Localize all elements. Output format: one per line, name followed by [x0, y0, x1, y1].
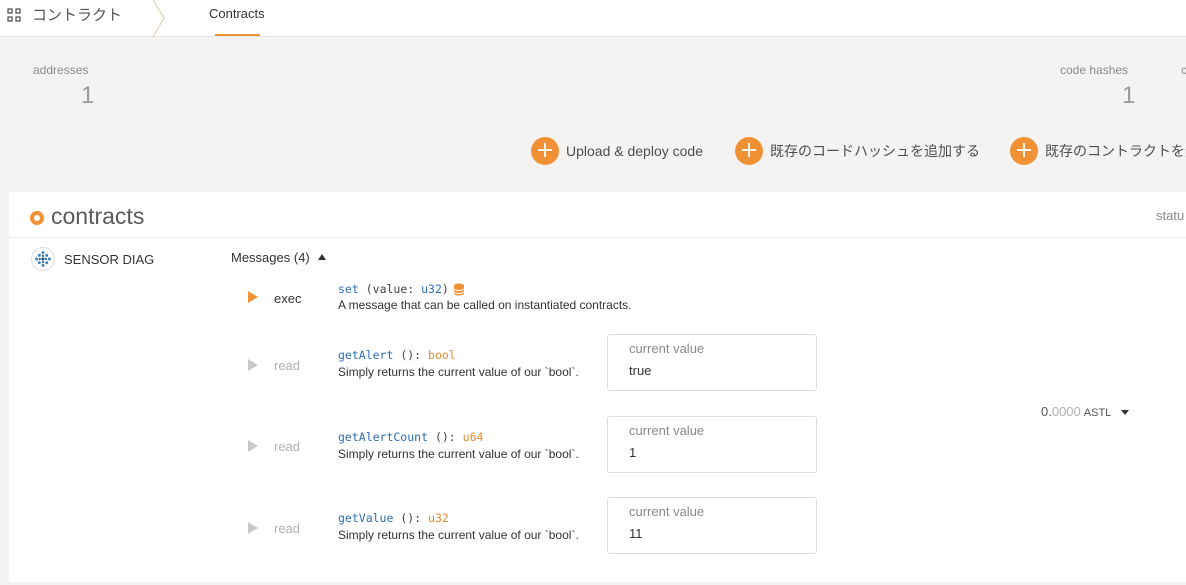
current-value: true: [629, 363, 652, 378]
message-param-type: u32: [421, 282, 442, 296]
message-name: getAlertCount: [338, 430, 429, 444]
current-value-box: current value true: [607, 334, 817, 391]
contracts-title: contracts: [51, 203, 145, 229]
message-signature: getAlertCount (): u64: [338, 430, 483, 444]
balance-unit: ASTL: [1083, 407, 1112, 419]
caret-up-icon: [317, 254, 326, 260]
messages-toggle[interactable]: Messages (4): [231, 250, 326, 265]
upload-deploy-button[interactable]: + Upload & deploy code: [531, 137, 703, 165]
add-code-hash-label: 既存のコードハッシュを追加する: [770, 143, 980, 159]
current-value-box: current value 1: [607, 416, 817, 473]
play-icon[interactable]: [248, 359, 258, 371]
tab-contracts[interactable]: Contracts: [209, 6, 265, 21]
code-hashes-value: 1: [1122, 82, 1136, 109]
upload-deploy-label: Upload & deploy code: [566, 143, 703, 159]
balance-fraction: 0000: [1051, 404, 1081, 419]
message-params: ():: [428, 430, 463, 444]
message-description: Simply returns the current value of our …: [338, 528, 579, 542]
contract-identicon[interactable]: [31, 247, 55, 271]
top-bar: コントラクト Contracts: [0, 0, 1186, 37]
caret-down-icon: [1121, 410, 1130, 415]
message-return-type: u32: [428, 511, 449, 525]
database-icon: [453, 283, 465, 296]
message-description: Simply returns the current value of our …: [338, 447, 579, 461]
message-signature: set (value: u32): [338, 282, 465, 296]
message-return-type: u64: [462, 430, 484, 444]
current-value-label: current value: [629, 423, 705, 438]
contracts-header: contracts statu: [9, 192, 1186, 238]
status-label: statu: [1156, 208, 1185, 223]
contracts-card: contracts statu SENSOR DIAG Messages (4)…: [9, 192, 1186, 582]
active-tab-indicator: [215, 34, 260, 36]
message-params: (value:: [365, 282, 422, 296]
play-icon[interactable]: [248, 291, 258, 303]
current-value-label: current value: [629, 341, 705, 356]
add-code-hash-button[interactable]: + 既存のコードハッシュを追加する: [735, 137, 980, 165]
section-dot-icon: [30, 211, 44, 225]
current-value-label: current value: [629, 504, 705, 519]
plus-icon: +: [531, 137, 559, 165]
message-params: ():: [393, 348, 429, 362]
message-kind[interactable]: read: [274, 439, 300, 454]
current-value: 1: [629, 445, 637, 460]
app-title: コントラクト: [32, 7, 123, 24]
add-contract-label: 既存のコントラクトを追: [1045, 143, 1186, 159]
current-value: 11: [629, 526, 643, 541]
grid-icon[interactable]: [7, 8, 21, 22]
addresses-value: 1: [81, 82, 95, 109]
message-kind[interactable]: exec: [274, 291, 301, 306]
plus-icon: +: [1010, 137, 1038, 165]
summary-label-cutoff: c: [1181, 63, 1186, 77]
add-contract-button[interactable]: + 既存のコントラクトを追: [1010, 137, 1186, 165]
code-hashes-label: code hashes: [1060, 63, 1129, 77]
message-description: Simply returns the current value of our …: [338, 365, 579, 379]
message-name: getValue: [338, 511, 394, 525]
balance-integer: 0.: [1041, 404, 1052, 419]
message-close: ): [441, 282, 449, 296]
message-kind[interactable]: read: [274, 358, 300, 373]
contract-name: SENSOR DIAG: [64, 252, 155, 267]
messages-toggle-label: Messages (4): [231, 250, 310, 265]
play-icon[interactable]: [248, 440, 258, 452]
contract-balance[interactable]: 0.0000 ASTL: [1041, 404, 1130, 419]
message-signature: getAlert (): bool: [338, 348, 456, 362]
message-description: A message that can be called on instanti…: [338, 298, 632, 312]
plus-icon: +: [735, 137, 763, 165]
play-icon[interactable]: [248, 522, 258, 534]
current-value-box: current value 11: [607, 497, 817, 554]
breadcrumb-separator: [152, 0, 165, 37]
message-name: getAlert: [338, 348, 394, 362]
addresses-label: addresses: [33, 63, 89, 77]
message-kind[interactable]: read: [274, 521, 300, 536]
message-params: ():: [393, 511, 429, 525]
message-name: set: [338, 282, 359, 296]
message-return-type: bool: [428, 348, 456, 362]
message-signature: getValue (): u32: [338, 511, 449, 525]
